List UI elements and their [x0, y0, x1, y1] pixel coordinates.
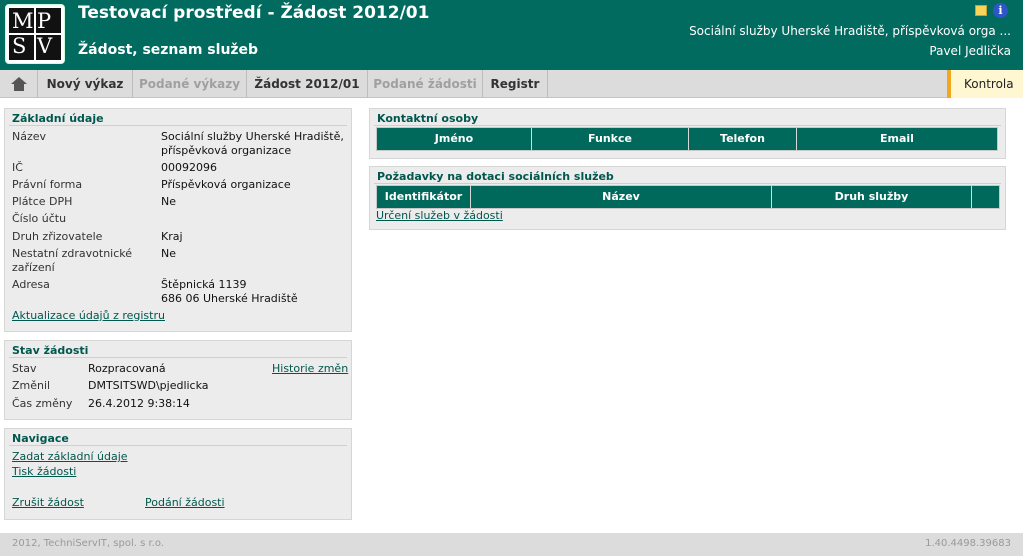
field-label: Změnil: [12, 379, 51, 392]
column-header[interactable]: Název: [471, 186, 772, 208]
version: 1.40.4498.39683: [925, 538, 1011, 549]
request-status-panel: Stav žádosti Stav Rozpracovaná Historie …: [4, 340, 352, 420]
panel-title: Kontaktní osoby: [377, 112, 479, 125]
column-header[interactable]: Email: [797, 128, 997, 150]
main-nav: Nový výkaz Podané výkazy Žádost 2012/01 …: [0, 70, 1023, 98]
info-icon[interactable]: i: [993, 3, 1008, 18]
panel-title: Základní údaje: [12, 112, 104, 125]
page-title: Žádost, seznam služeb: [78, 42, 259, 58]
field-label: zařízení: [12, 261, 55, 274]
field-label: IČ: [12, 161, 23, 174]
logo-letter: V: [37, 34, 53, 58]
field-value: Příspěvková organizace: [161, 178, 291, 191]
define-services-link[interactable]: Určení služeb v žádosti: [376, 208, 503, 224]
field-value: DMTSITSWD\pjedlicka: [88, 379, 209, 392]
home-icon: [11, 77, 28, 92]
mpsv-logo: M P S V: [5, 4, 65, 64]
panel-title: Požadavky na dotaci sociálních služeb: [377, 170, 614, 183]
field-value: příspěvková organizace: [161, 144, 292, 157]
nav-home[interactable]: [0, 70, 38, 98]
basic-info-panel: Základní údaje Název Sociální služby Uhe…: [4, 108, 352, 332]
nav-zadost[interactable]: Žádost 2012/01: [247, 70, 368, 98]
field-label: Stav: [12, 362, 37, 375]
field-value: Ne: [161, 247, 176, 260]
field-label: Čas změny: [12, 397, 73, 410]
history-link[interactable]: Historie změn: [272, 361, 348, 377]
nav-novy-vykaz[interactable]: Nový výkaz: [38, 70, 133, 98]
contacts-panel: Kontaktní osoby Jméno Funkce Telefon Ema…: [369, 108, 1006, 159]
column-header[interactable]: Funkce: [532, 128, 689, 150]
field-label: Právní forma: [12, 178, 83, 191]
field-value: 686 06 Uherské Hradiště: [161, 292, 298, 305]
navigation-panel: Navigace Zadat základní údaje Tisk žádos…: [4, 428, 352, 520]
user-name[interactable]: Pavel Jedlička: [929, 44, 1011, 58]
column-header[interactable]: Telefon: [689, 128, 797, 150]
note-icon[interactable]: [975, 5, 987, 16]
copyright: 2012, TechniServIT, spol. s r.o.: [12, 538, 164, 549]
field-value: 00092096: [161, 161, 217, 174]
cancel-request-link[interactable]: Zrušit žádost: [12, 495, 84, 511]
panel-title: Stav žádosti: [12, 344, 89, 357]
service-requests-panel: Požadavky na dotaci sociálních služeb Id…: [369, 166, 1006, 230]
field-label: Adresa: [12, 278, 50, 291]
organization-name[interactable]: Sociální služby Uherské Hradiště, příspě…: [689, 24, 1011, 38]
header-icons: i: [975, 3, 1011, 19]
nav-podane-zadosti[interactable]: Podané žádosti: [368, 70, 483, 98]
contacts-table-header: Jméno Funkce Telefon Email: [376, 127, 998, 151]
field-value: Ne: [161, 195, 176, 208]
update-from-registry-link[interactable]: Aktualizace údajů z registru: [12, 308, 165, 324]
kontrola-button[interactable]: Kontrola: [947, 70, 1023, 98]
field-value: Kraj: [161, 230, 183, 243]
column-header: [972, 186, 999, 208]
field-value: Rozpracovaná: [88, 362, 166, 375]
logo-letter: S: [12, 34, 27, 58]
logo-letter: P: [37, 9, 52, 33]
logo-letter: M: [12, 9, 34, 33]
field-label: Plátce DPH: [12, 195, 73, 208]
app-header: M P S V Testovací prostředí - Žádost 201…: [0, 0, 1023, 70]
field-label: Druh zřizovatele: [12, 230, 103, 243]
requests-table-header: Identifikátor Název Druh služby: [376, 185, 1000, 209]
app-title: Testovací prostředí - Žádost 2012/01: [78, 3, 430, 23]
column-header[interactable]: Druh služby: [772, 186, 972, 208]
field-label: Název: [12, 130, 47, 143]
panel-title: Navigace: [12, 432, 69, 445]
print-request-link[interactable]: Tisk žádosti: [12, 464, 76, 480]
enter-basic-info-link[interactable]: Zadat základní údaje: [12, 449, 128, 465]
footer: 2012, TechniServIT, spol. s r.o. 1.40.44…: [0, 533, 1023, 556]
submit-request-link[interactable]: Podání žádosti: [145, 495, 225, 511]
field-label: Číslo účtu: [12, 212, 67, 225]
column-header[interactable]: Identifikátor: [377, 186, 471, 208]
field-value: 26.4.2012 9:38:14: [88, 397, 190, 410]
nav-podane-vykazy[interactable]: Podané výkazy: [133, 70, 247, 98]
nav-registr[interactable]: Registr: [483, 70, 548, 98]
column-header[interactable]: Jméno: [377, 128, 532, 150]
